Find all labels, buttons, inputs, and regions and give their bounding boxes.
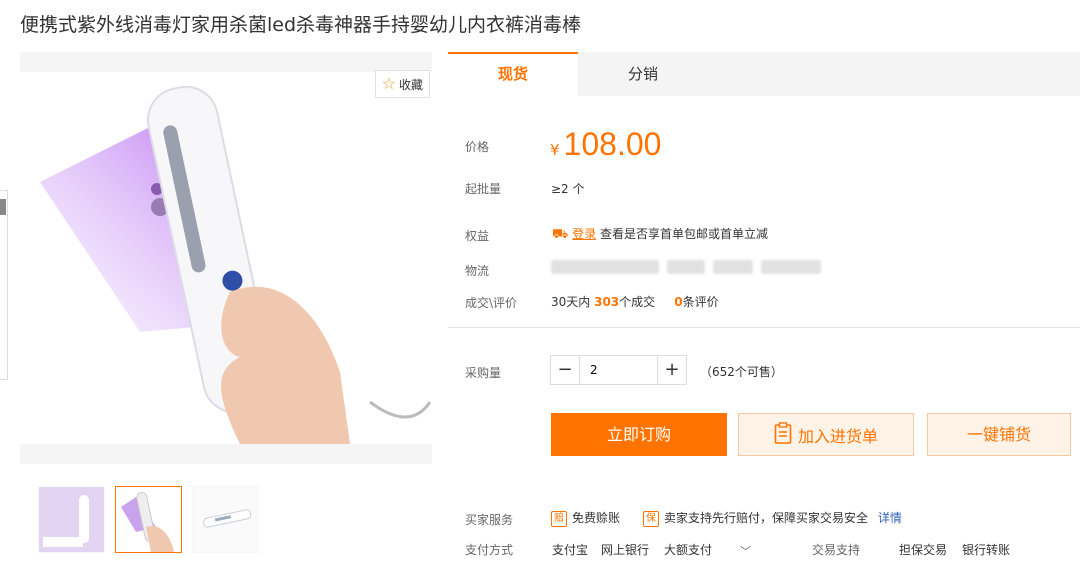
logistics-label: 物流 — [465, 264, 490, 278]
price-value: ¥ 108.00 — [550, 126, 661, 163]
buy-now-button[interactable]: 立即订购 — [551, 413, 727, 456]
payment-method-alipay: 支付宝 — [552, 543, 589, 557]
tab-in-stock[interactable]: 现货 — [448, 52, 578, 96]
product-title: 便携式紫外线消毒灯家用杀菌led杀毒神器手持婴幼儿内衣裤消毒棒 — [20, 14, 582, 36]
thumbnail-strip — [38, 486, 259, 553]
available-stock: （652个可售） — [700, 365, 783, 379]
moq-value: ≥2 个 — [551, 182, 585, 196]
quantity-stepper[interactable]: − + — [550, 355, 687, 385]
one-click-distribute-button[interactable]: 一键铺货 — [927, 413, 1071, 456]
benefit-label: 权益 — [465, 229, 490, 243]
main-product-image[interactable] — [20, 72, 432, 444]
tab-distribution[interactable]: 分销 — [578, 52, 708, 96]
side-panel-handle[interactable] — [0, 199, 6, 215]
chevron-down-icon[interactable]: ﹀ — [740, 543, 751, 559]
deals-count[interactable]: 303 — [594, 295, 619, 309]
blurred-text — [713, 259, 753, 274]
benefit-text: 查看是否享首单包邮或首单立减 — [600, 227, 769, 241]
price-label: 价格 — [465, 140, 490, 154]
compensation-icon: 赔 — [551, 510, 567, 527]
side-panel-edge[interactable] — [0, 190, 8, 380]
add-to-cart-button[interactable]: 加入进货单 — [738, 413, 914, 456]
uv-wand-illustration — [40, 85, 432, 444]
service-details-link[interactable]: 详情 — [878, 511, 902, 525]
quantity-input[interactable] — [579, 356, 658, 384]
increment-button[interactable]: + — [658, 356, 686, 384]
purchase-tabs: 现货 分销 — [448, 52, 1080, 96]
trade-bank-transfer: 银行转账 — [962, 543, 1011, 557]
reviews-suffix: 条评价 — [682, 295, 719, 309]
service-guarantee-label: 卖家支持先行赔付，保障买家交易安全 — [664, 511, 869, 525]
service-free-credit: 赔免费赊账 — [551, 509, 620, 527]
reviews-count[interactable]: 0 — [674, 295, 682, 309]
thumbnail-image — [39, 487, 104, 552]
deals-prefix: 30天内 — [551, 295, 591, 309]
login-link[interactable]: 登录 — [572, 227, 596, 241]
favorite-button[interactable]: ☆ 收藏 — [374, 70, 430, 98]
blurred-text — [551, 259, 659, 274]
thumbnail-2[interactable] — [115, 486, 182, 553]
thumbnail-3[interactable] — [192, 486, 259, 553]
currency-symbol: ¥ — [550, 141, 560, 159]
moq-label: 起批量 — [465, 182, 502, 196]
section-divider — [448, 327, 1080, 328]
trade-escrow: 担保交易 — [899, 543, 948, 557]
service-guarantee: 保卖家支持先行赔付，保障买家交易安全 详情 — [643, 509, 902, 527]
add-to-cart-label: 加入进货单 — [797, 426, 878, 446]
delivery-truck-icon: ⛟ — [552, 227, 569, 242]
blurred-text — [667, 259, 705, 274]
payment-method-large-amount: 大额支付 — [664, 543, 713, 557]
service-free-credit-label: 免费赊账 — [572, 511, 621, 525]
benefit-row: ⛟ 登录 查看是否享首单包邮或首单立减 — [552, 225, 768, 244]
star-outline-icon: ☆ — [381, 74, 396, 93]
clipboard-icon — [774, 421, 792, 448]
product-gallery: ☆ 收藏 — [20, 52, 432, 464]
payment-method-online-banking: 网上银行 — [601, 543, 650, 557]
favorite-label: 收藏 — [398, 77, 423, 92]
deals-count-suffix: 个成交 — [619, 295, 656, 309]
price-number: 108.00 — [563, 126, 662, 162]
deals-value: 30天内 303个成交 0条评价 — [551, 293, 719, 310]
quantity-label: 采购量 — [465, 366, 502, 380]
deals-label: 成交\评价 — [465, 296, 518, 310]
thumbnail-1[interactable] — [38, 486, 105, 553]
blurred-text — [761, 259, 821, 274]
hand-shape — [221, 286, 350, 444]
decrement-button[interactable]: − — [551, 356, 579, 384]
wrist-strap — [369, 400, 432, 419]
services-label: 买家服务 — [465, 513, 514, 527]
thumbnail-image — [116, 487, 181, 552]
trade-support-label: 交易支持 — [812, 543, 861, 557]
thumbnail-image — [193, 487, 258, 552]
logistics-value-blurred — [551, 259, 829, 274]
payment-label: 支付方式 — [465, 543, 514, 557]
shield-guarantee-icon: 保 — [643, 510, 659, 527]
